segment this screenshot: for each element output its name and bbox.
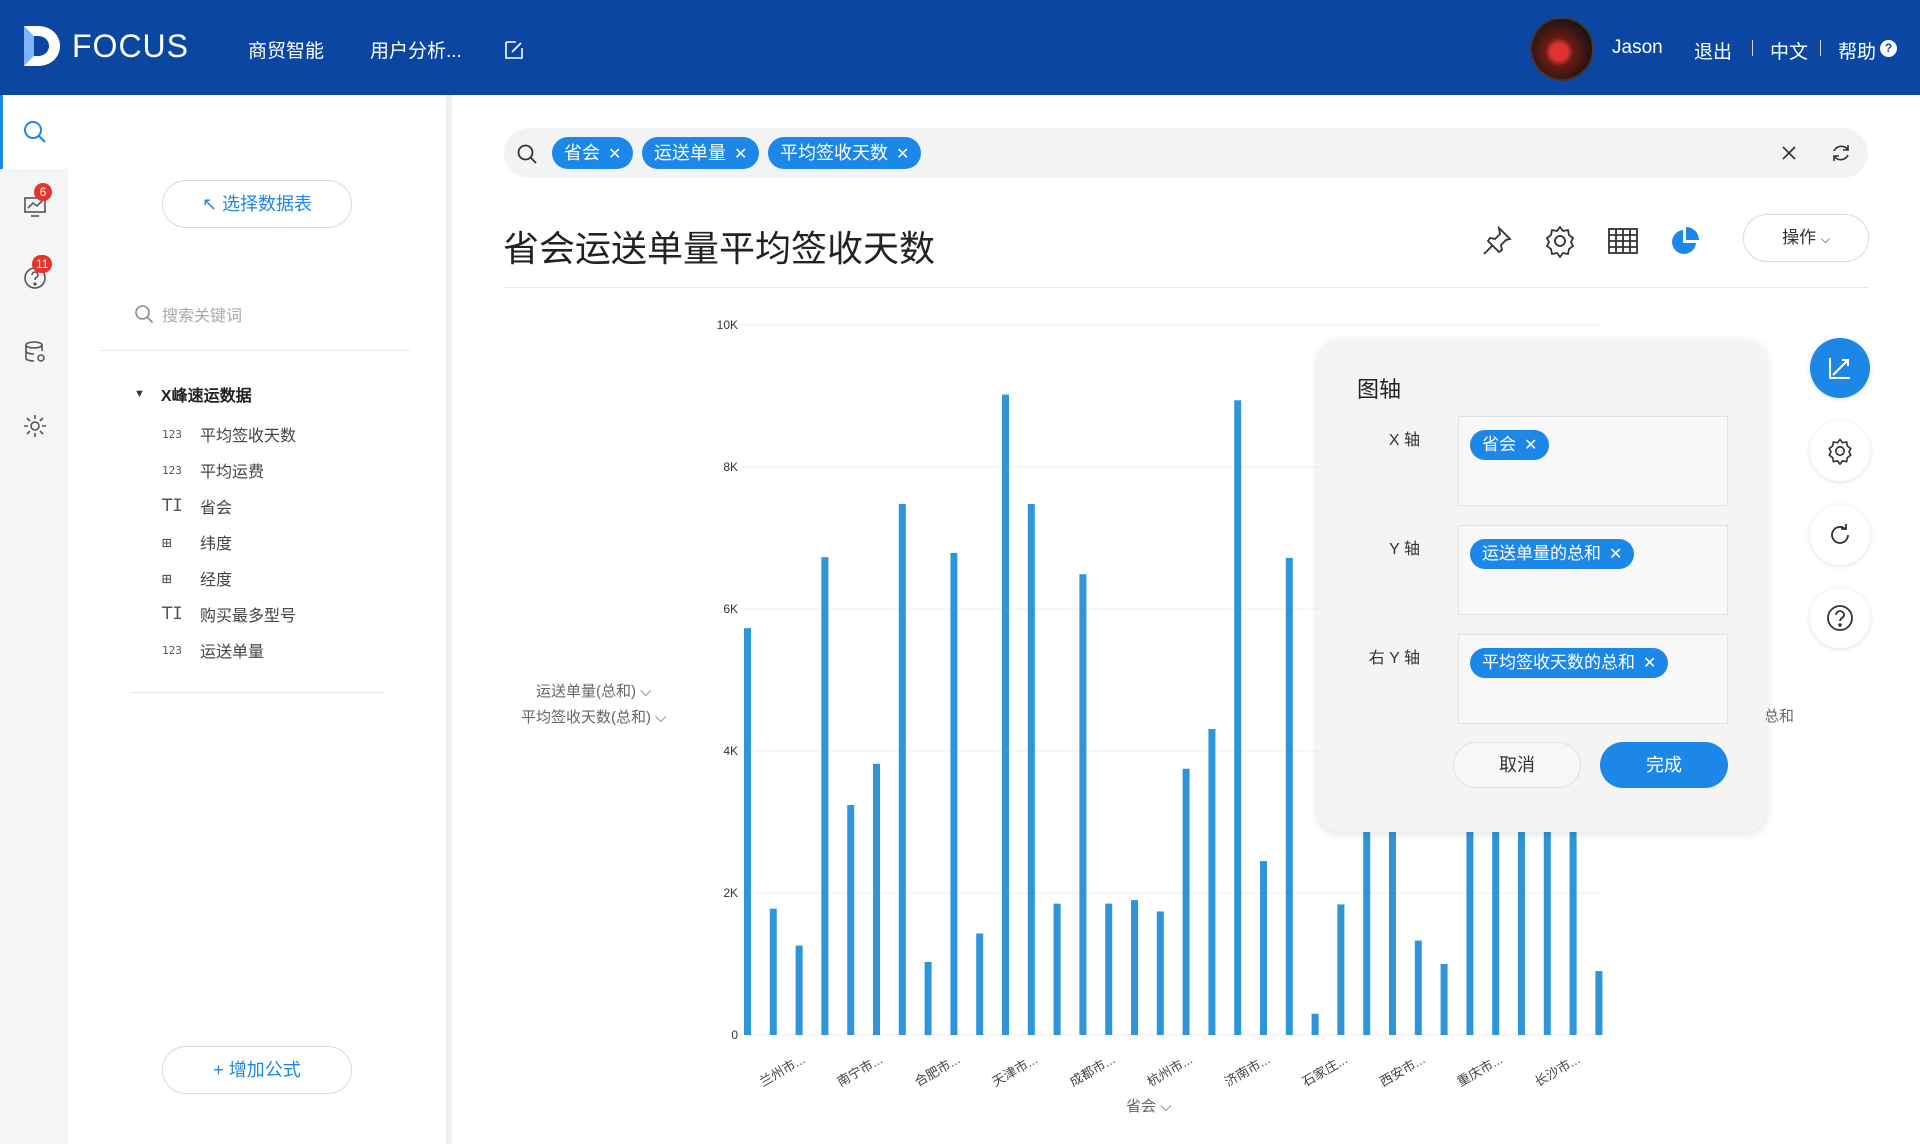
chart-bar[interactable] <box>950 552 958 1035</box>
chart-bar[interactable] <box>769 908 777 1035</box>
close-icon[interactable]: ✕ <box>1524 437 1537 454</box>
chart-bar[interactable] <box>1337 904 1345 1035</box>
close-icon[interactable]: ✕ <box>1643 655 1656 672</box>
chevron-down-icon: ⌵ <box>1160 1098 1172 1115</box>
chip-label: 省会 <box>1482 435 1516 454</box>
chart-bar[interactable] <box>898 503 906 1035</box>
chart-bar[interactable] <box>1027 503 1035 1035</box>
chart-bar[interactable] <box>1182 768 1190 1035</box>
help-button[interactable] <box>1810 588 1870 648</box>
chart-bar[interactable] <box>1492 822 1500 1035</box>
chart-bar[interactable] <box>1569 822 1577 1035</box>
chart-bar[interactable] <box>976 933 984 1035</box>
x-tick-label: 重庆市... <box>1454 1052 1505 1090</box>
chart-bar[interactable] <box>1363 822 1371 1035</box>
y-tick-label: 6K <box>723 602 738 616</box>
y-tick-label: 10K <box>717 318 738 332</box>
chart-bar[interactable] <box>1234 400 1242 1035</box>
chart-bar[interactable] <box>1466 822 1474 1035</box>
chart-bar[interactable] <box>1208 728 1216 1035</box>
right-y-axis-chip[interactable]: 平均签收天数的总和 ✕ <box>1470 648 1669 678</box>
chip-label: 运送单量的总和 <box>1482 544 1601 563</box>
chart-bar[interactable] <box>1414 940 1422 1035</box>
x-tick-label: 杭州市... <box>1144 1052 1195 1090</box>
chart-bar[interactable] <box>1543 822 1551 1035</box>
gear-icon <box>1828 438 1852 465</box>
axis-icon <box>1829 358 1850 379</box>
chart-bar[interactable] <box>1389 822 1396 1035</box>
chart-bar[interactable] <box>795 945 803 1035</box>
close-icon[interactable]: ✕ <box>1609 546 1622 563</box>
x-tick-label: 石家庄... <box>1299 1052 1350 1090</box>
x-tick-label: 济南市... <box>1222 1052 1273 1090</box>
chart-bar[interactable] <box>924 961 932 1035</box>
cancel-button[interactable]: 取消 <box>1453 742 1581 788</box>
y-tick-label: 4K <box>723 744 738 758</box>
x-tick-label: 西安市... <box>1377 1052 1428 1090</box>
chevron-down-icon: ⌵ <box>655 709 667 726</box>
right-legend-fragment: 总和 <box>1764 708 1795 725</box>
refresh-icon <box>1831 524 1849 544</box>
x-axis-chip[interactable]: 省会 ✕ <box>1470 430 1550 460</box>
chip-label: 平均签收天数的总和 <box>1482 653 1635 672</box>
legend-label: 运送单量(总和) <box>536 683 636 700</box>
x-tick-label: 成都市... <box>1067 1052 1118 1090</box>
y-axis-label: Y 轴 <box>1389 541 1420 558</box>
y-tick-label: 2K <box>723 886 738 900</box>
x-tick-label: 天津市... <box>989 1052 1040 1090</box>
chart-bar[interactable] <box>1131 900 1138 1035</box>
x-tick-label: 合肥市... <box>912 1052 963 1090</box>
x-tick-label: 兰州市... <box>757 1052 808 1090</box>
axis-label: 省会 <box>1126 1098 1157 1115</box>
popup-title: 图轴 <box>1357 377 1402 402</box>
chart-bar[interactable] <box>1518 822 1525 1035</box>
chart-bar[interactable] <box>1260 861 1267 1035</box>
chart-bar[interactable] <box>1105 903 1113 1035</box>
right-y-axis-label: 右 Y 轴 <box>1368 650 1420 667</box>
chart-bar[interactable] <box>847 804 855 1035</box>
chart-bar[interactable] <box>1440 964 1448 1035</box>
x-axis-title[interactable]: 省会 ⌵ <box>1126 1095 1172 1116</box>
chart-bar[interactable] <box>1285 557 1293 1035</box>
chart-bar[interactable] <box>1079 574 1087 1035</box>
legend-label: 平均签收天数(总和) <box>521 709 651 726</box>
chart-bar[interactable] <box>873 763 880 1035</box>
y-axis-legend[interactable]: 运送单量(总和) ⌵ <box>536 680 652 701</box>
y-tick-label: 0 <box>731 1028 738 1042</box>
chevron-down-icon: ⌵ <box>640 683 652 700</box>
done-button[interactable]: 完成 <box>1600 742 1728 788</box>
y-tick-label: 8K <box>723 460 738 474</box>
axis-settings-button[interactable] <box>1810 338 1870 398</box>
chart-bar[interactable] <box>1002 394 1009 1036</box>
question-icon <box>1827 605 1853 631</box>
chart-bar[interactable] <box>1053 903 1061 1035</box>
chart-bar[interactable] <box>744 628 751 1035</box>
chart-bar[interactable] <box>821 557 829 1035</box>
chart-settings-button[interactable] <box>1810 421 1870 481</box>
right-y-axis-legend[interactable]: 平均签收天数(总和) ⌵ <box>521 706 667 727</box>
x-axis-label: X 轴 <box>1388 432 1420 449</box>
chart-bar[interactable] <box>1156 911 1164 1035</box>
x-tick-label: 长沙市... <box>1532 1052 1583 1090</box>
chart-bar[interactable] <box>1595 971 1603 1035</box>
y-axis-chip[interactable]: 运送单量的总和 ✕ <box>1470 539 1635 569</box>
reload-button[interactable] <box>1810 505 1870 565</box>
x-tick-label: 南宁市... <box>834 1052 885 1090</box>
chart-bar[interactable] <box>1311 1013 1319 1035</box>
